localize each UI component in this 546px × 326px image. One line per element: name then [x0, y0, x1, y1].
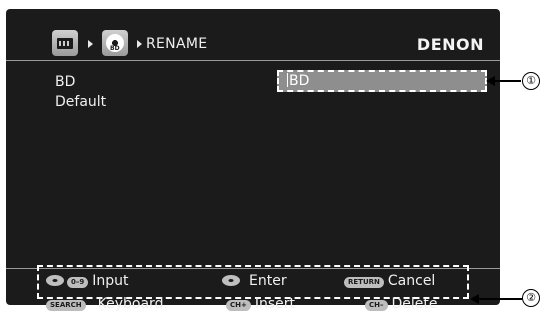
- guide-keyboard: SEARCH Keyboard: [46, 296, 163, 312]
- guide-cancel: RETURN Cancel: [344, 273, 435, 289]
- callout-1: ①: [522, 72, 540, 90]
- source-item-default[interactable]: Default: [55, 94, 106, 110]
- callout-2: ②: [522, 289, 540, 307]
- enter-button-icon: [222, 275, 240, 286]
- return-key-icon: RETURN: [344, 277, 384, 288]
- breadcrumb-arrow-icon: [137, 40, 142, 48]
- brand-logo: DENON: [416, 35, 484, 54]
- source-item-bd[interactable]: BD: [55, 74, 75, 90]
- setup-film-icon: [52, 30, 78, 56]
- number-keys-icon: 0–9: [67, 277, 89, 288]
- cursor-pad-icon: [46, 275, 64, 286]
- callout-arrow-2-icon: [470, 294, 479, 304]
- search-key-icon: SEARCH: [46, 300, 86, 311]
- header-divider: [6, 60, 500, 61]
- rename-input-text: BD: [287, 73, 310, 89]
- callout-line-2: [476, 298, 522, 300]
- ch-plus-key-icon: CH+: [226, 300, 251, 311]
- rename-input[interactable]: BD: [277, 70, 487, 92]
- breadcrumb-arrow-icon: [88, 40, 93, 48]
- bd-icon-tag: BD: [110, 45, 120, 52]
- callout-line-1: [491, 80, 521, 82]
- guide-enter: Enter: [222, 273, 287, 289]
- osd-screen: BD RENAME DENON BD Default BD: [6, 9, 500, 305]
- header-bar: BD RENAME DENON: [6, 9, 500, 59]
- guide-insert: CH+ Insert: [226, 296, 295, 312]
- ch-minus-key-icon: CH–: [365, 300, 388, 311]
- text-cursor: [287, 73, 288, 87]
- bd-disc-icon: BD: [102, 30, 128, 56]
- guide-delete: CH– Delete: [365, 296, 438, 312]
- page-title: RENAME: [146, 36, 208, 52]
- callout-arrow-1-icon: [486, 76, 495, 86]
- guide-input: 0–9 Input: [46, 273, 129, 289]
